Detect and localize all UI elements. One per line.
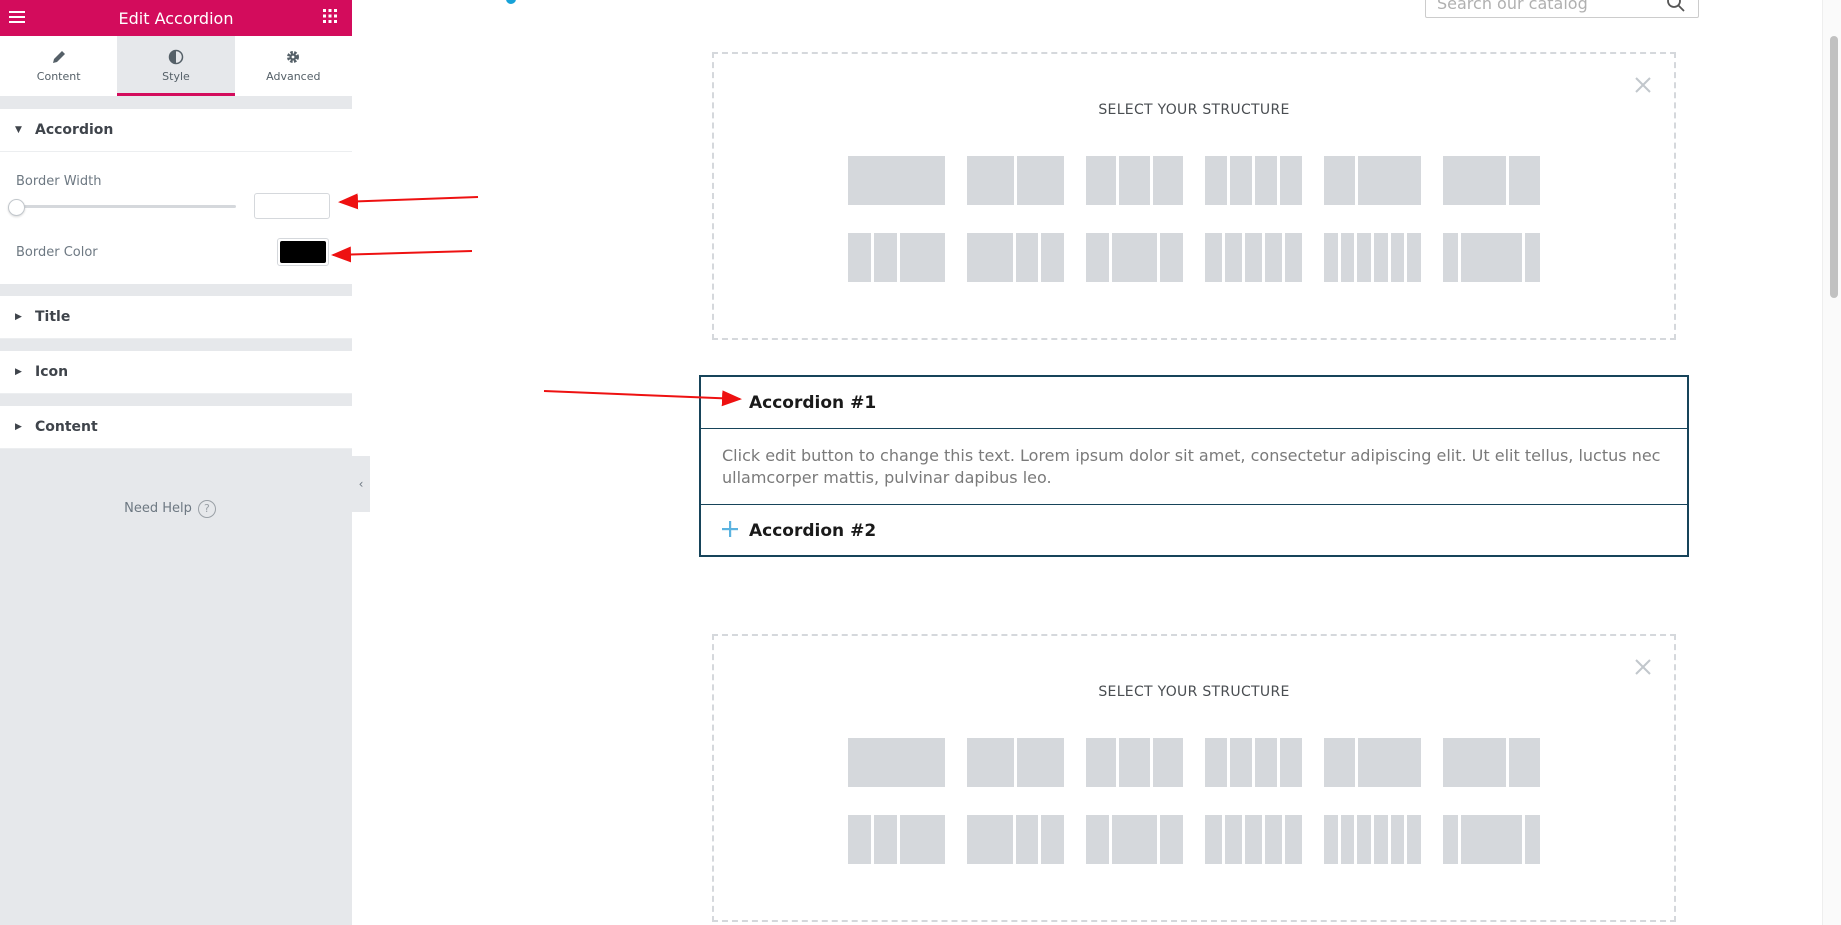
- accordion-item-2-title: Accordion #2: [749, 520, 877, 541]
- structure-preset[interactable]: [967, 156, 1064, 205]
- structure-preset[interactable]: [848, 233, 945, 282]
- chevron-left-icon: ‹: [358, 477, 364, 491]
- tab-content[interactable]: Content: [0, 36, 117, 96]
- structure-preset[interactable]: [1086, 738, 1183, 787]
- tab-advanced-label: Advanced: [266, 70, 321, 83]
- panel-tabs: Content Style Advanced: [0, 36, 352, 97]
- tab-style-label: Style: [162, 70, 190, 83]
- structure-preset[interactable]: [1443, 156, 1540, 205]
- structure-preset[interactable]: [1443, 815, 1541, 864]
- structure-preset[interactable]: [848, 738, 945, 787]
- section-accordion-label: Accordion: [35, 122, 114, 138]
- section-content-toggle[interactable]: ▶ Content: [0, 406, 352, 449]
- structure-preset[interactable]: [1324, 233, 1422, 282]
- editor-panel: Edit Accordion Content Style Advanced ▼ …: [0, 0, 352, 925]
- structure-preset[interactable]: [1324, 738, 1421, 787]
- accordion-item-1-title: Accordion #1: [749, 392, 877, 413]
- structure-preset[interactable]: [1205, 156, 1302, 205]
- need-help-label: Need Help: [124, 501, 192, 516]
- divider: [0, 97, 352, 109]
- pencil-icon: [52, 51, 65, 63]
- accordion-item-content: Click edit button to change this text. L…: [701, 428, 1687, 505]
- caret-right-icon: ▶: [15, 422, 22, 432]
- caret-down-icon: ▼: [15, 125, 22, 135]
- structure-preset[interactable]: [967, 815, 1064, 864]
- structure-title: SELECT YOUR STRUCTURE: [1098, 684, 1290, 700]
- structure-preset[interactable]: [848, 815, 945, 864]
- page-scrollbar[interactable]: [1822, 0, 1841, 925]
- accordion-widget: Accordion #1 Click edit button to change…: [699, 375, 1689, 557]
- search-icon[interactable]: [1666, 0, 1686, 13]
- panel-header: Edit Accordion: [0, 0, 352, 36]
- caret-right-icon: ▶: [15, 367, 22, 377]
- structure-preset[interactable]: [1086, 233, 1183, 282]
- tab-content-label: Content: [36, 70, 81, 83]
- section-icon-toggle[interactable]: ▶ Icon: [0, 351, 352, 394]
- structure-preset[interactable]: [848, 156, 945, 205]
- structure-preset[interactable]: [967, 738, 1064, 787]
- caret-right-icon: ▶: [15, 312, 22, 322]
- panel-title: Edit Accordion: [118, 8, 234, 28]
- border-color-label: Border Color: [16, 245, 98, 260]
- structure-preset[interactable]: [1205, 815, 1302, 864]
- structure-preset[interactable]: [1443, 738, 1540, 787]
- gear-icon: [287, 51, 300, 63]
- section-title-toggle[interactable]: ▶ Title: [0, 296, 352, 339]
- section-title-label: Title: [35, 309, 71, 325]
- half-circle-icon: [168, 49, 184, 65]
- tab-style[interactable]: Style: [117, 36, 235, 96]
- question-icon: ?: [197, 500, 216, 518]
- close-icon[interactable]: [1634, 658, 1652, 676]
- structure-preset[interactable]: [1324, 156, 1421, 205]
- border-color-picker[interactable]: [277, 238, 329, 266]
- close-icon[interactable]: [1634, 76, 1652, 94]
- structure-selector-bottom: SELECT YOUR STRUCTURE: [712, 634, 1676, 922]
- structure-preset[interactable]: [1086, 156, 1183, 205]
- tab-advanced[interactable]: Advanced: [235, 36, 352, 96]
- scrollbar-thumb[interactable]: [1830, 36, 1838, 298]
- structure-preset[interactable]: [1086, 815, 1183, 864]
- structure-preset[interactable]: [967, 233, 1064, 282]
- structure-preset[interactable]: [1324, 815, 1422, 864]
- border-width-label: Border Width: [16, 174, 102, 189]
- border-width-slider-handle[interactable]: [8, 199, 25, 216]
- search-placeholder: Search our catalog: [1437, 0, 1588, 13]
- section-accordion-body: Border Width Border Color: [0, 152, 352, 284]
- border-width-slider-track[interactable]: [16, 205, 236, 208]
- logo-fragment: [506, 0, 516, 4]
- section-content-label: Content: [35, 419, 98, 435]
- border-color-swatch: [280, 241, 326, 263]
- plus-icon: [722, 521, 738, 537]
- section-accordion-toggle[interactable]: ▼ Accordion: [0, 109, 352, 152]
- accordion-item-title[interactable]: Accordion #1: [701, 377, 1687, 428]
- structure-preset[interactable]: [1205, 738, 1302, 787]
- widgets-grid-icon[interactable]: [322, 8, 338, 24]
- border-width-input[interactable]: [254, 193, 330, 219]
- hamburger-menu-icon[interactable]: [8, 8, 26, 26]
- structure-preset[interactable]: [1205, 233, 1302, 282]
- accordion-item-1-content: Click edit button to change this text. L…: [722, 446, 1661, 487]
- need-help-link[interactable]: Need Help?: [0, 500, 340, 518]
- structure-selector-top: SELECT YOUR STRUCTURE: [712, 52, 1676, 340]
- structure-preset[interactable]: [1443, 233, 1541, 282]
- section-icon-label: Icon: [35, 364, 69, 380]
- accordion-item-title[interactable]: Accordion #2: [701, 505, 1687, 556]
- structure-title: SELECT YOUR STRUCTURE: [1098, 102, 1290, 118]
- collapse-panel-button[interactable]: ‹: [352, 456, 370, 512]
- search-input[interactable]: Search our catalog: [1425, 0, 1699, 18]
